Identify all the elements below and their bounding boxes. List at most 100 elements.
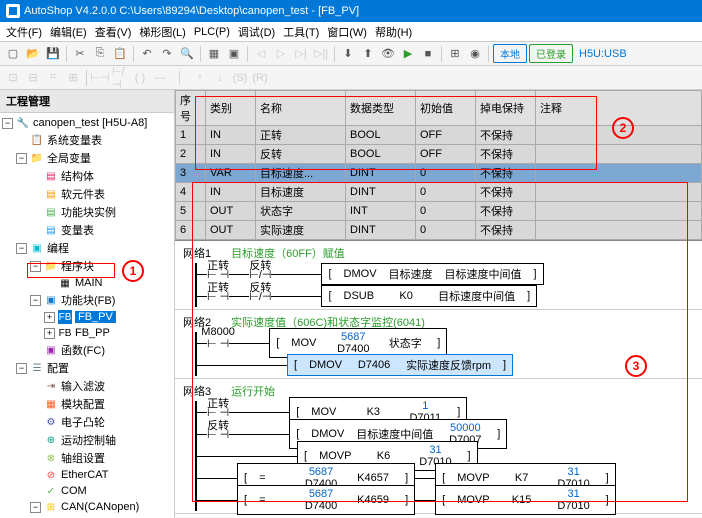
find-icon[interactable]: 🔍 (178, 45, 196, 63)
ladder-editor[interactable]: 网络1目标速度（60FF）赋值 正转⊢ ⊣反转⊢/⊣[DMOV目标速度目标速度中… (175, 241, 702, 518)
tb2-2[interactable]: ⊟ (24, 69, 42, 87)
tree-motion[interactable]: ⊕运动控制轴 (0, 431, 174, 449)
contact[interactable]: 反转⊢ ⊣ (207, 428, 229, 441)
tb2-1[interactable]: ⊡ (4, 69, 22, 87)
tree-can[interactable]: −⊞CAN(CANopen) (0, 499, 174, 515)
set-icon[interactable]: (S) (231, 69, 249, 87)
compare-instr[interactable]: [=5687D7400K4659] (237, 485, 415, 515)
table-row[interactable]: 4IN目标速度DINT0不保持 (176, 183, 702, 202)
menu-tools[interactable]: 工具(T) (283, 24, 319, 40)
reset-icon[interactable]: (R) (251, 69, 269, 87)
col-retain[interactable]: 掉电保持 (476, 91, 536, 126)
open-icon[interactable]: 📂 (24, 45, 42, 63)
tree-vartab[interactable]: ▤变量表 (0, 221, 174, 239)
table-row-selected[interactable]: 3VAR目标速度...DINT0不保持 (176, 164, 702, 183)
contact[interactable]: 正转⊢ ⊣ (207, 290, 229, 303)
tree-prog[interactable]: −▣编程 (0, 239, 174, 257)
menu-window[interactable]: 窗口(W) (327, 24, 367, 40)
instr-dmov[interactable]: [DMOV目标速度目标速度中间值] (321, 263, 543, 285)
contact-nc-icon[interactable]: ⊢/⊣ (111, 69, 129, 87)
paste-icon[interactable]: 📋 (111, 45, 129, 63)
copy-icon[interactable]: ⎘ (91, 45, 109, 63)
tree-main[interactable]: ▦MAIN (0, 275, 174, 291)
instr[interactable]: [MOVPK1531D7010] (435, 485, 616, 515)
compile-icon[interactable]: ▦ (205, 45, 223, 63)
table-row[interactable]: 1IN正转BOOLOFF不保持 (176, 126, 702, 145)
logged-pill[interactable]: 已登录 (529, 44, 573, 63)
content-area: 序号 类别 名称 数据类型 初始值 掉电保持 注释 1IN正转BOOLOFF不保… (175, 90, 702, 518)
rising-icon[interactable]: ↑ (191, 69, 209, 87)
table-row[interactable]: 2IN反转BOOLOFF不保持 (176, 145, 702, 164)
undo-icon[interactable]: ↶ (138, 45, 156, 63)
tree-fbinst[interactable]: ▤功能块实例 (0, 203, 174, 221)
contact-no-icon[interactable]: ⊢⊣ (91, 69, 109, 87)
contact[interactable]: M8000⊢ ⊣ (207, 337, 229, 350)
redo-icon[interactable]: ↷ (158, 45, 176, 63)
tb2-3[interactable]: ⌗ (44, 69, 62, 87)
menu-view[interactable]: 查看(V) (95, 24, 132, 40)
table-row[interactable]: 5OUT状态字INT0不保持 (176, 202, 702, 221)
tree-struct[interactable]: ▤结构体 (0, 167, 174, 185)
menu-file[interactable]: 文件(F) (6, 24, 42, 40)
table-row[interactable]: 6OUT实际速度DINT0不保持 (176, 221, 702, 240)
tree-fc[interactable]: ▣函数(FC) (0, 341, 174, 359)
new-icon[interactable]: ▢ (4, 45, 22, 63)
instr-dmov-highlighted[interactable]: [DMOVD7406实际速度反馈rpm] (287, 354, 513, 376)
tree-sysvars[interactable]: 📋系统变量表 (0, 131, 174, 149)
toolbar-1: ▢ 📂 💾 ✂ ⎘ 📋 ↶ ↷ 🔍 ▦ ▣ ◁ ▷ ▷| ▷|| ⬇ ⬆ 👁 ▶… (0, 42, 702, 66)
next-icon[interactable]: ▷ (272, 45, 290, 63)
local-pill[interactable]: 本地 (493, 44, 527, 63)
tree-progblk[interactable]: −📁程序块 (0, 257, 174, 275)
coil-icon[interactable]: ( ) (131, 69, 149, 87)
toolbar-2: ⊡ ⊟ ⌗ ⊞ ⊢⊣ ⊢/⊣ ( ) — │ ↑ ↓ (S) (R) (0, 66, 702, 90)
contact-nc[interactable]: 反转⊢/⊣ (249, 290, 271, 303)
menu-plc[interactable]: PLC(P) (194, 26, 230, 38)
menu-help[interactable]: 帮助(H) (375, 24, 412, 40)
run-icon[interactable]: ▶ (399, 45, 417, 63)
tree-ecam[interactable]: ⚙电子凸轮 (0, 413, 174, 431)
falling-icon[interactable]: ↓ (211, 69, 229, 87)
col-name[interactable]: 名称 (256, 91, 346, 126)
col-type[interactable]: 数据类型 (346, 91, 416, 126)
col-init[interactable]: 初始值 (416, 91, 476, 126)
col-comment[interactable]: 注释 (536, 91, 702, 126)
stop-icon[interactable]: ■ (419, 45, 437, 63)
network-1[interactable]: 网络1目标速度（60FF）赋值 正转⊢ ⊣反转⊢/⊣[DMOV目标速度目标速度中… (175, 241, 702, 310)
network-2[interactable]: 网络2实际速度值（606C)和状态字监控(6041) M8000⊢ ⊣[MOV5… (175, 310, 702, 379)
tree-modcfg[interactable]: ▦模块配置 (0, 395, 174, 413)
monitor-icon[interactable]: 👁 (379, 45, 397, 63)
tree-cfg[interactable]: −☰配置 (0, 359, 174, 377)
hline-icon[interactable]: — (151, 69, 169, 87)
menu-debug[interactable]: 调试(D) (238, 24, 275, 40)
variable-table[interactable]: 序号 类别 名称 数据类型 初始值 掉电保持 注释 1IN正转BOOLOFF不保… (175, 90, 702, 241)
menu-edit[interactable]: 编辑(E) (50, 24, 87, 40)
tree-root[interactable]: −🔧canopen_test [H5U-A8] (0, 115, 174, 131)
build-icon[interactable]: ▣ (225, 45, 243, 63)
col-num[interactable]: 序号 (176, 91, 206, 126)
tree-soft[interactable]: ▤软元件表 (0, 185, 174, 203)
tree-com[interactable]: ✓COM (0, 483, 174, 499)
tree-axiscfg[interactable]: ⊗轴组设置 (0, 449, 174, 467)
tree-inflt[interactable]: ⇥输入滤波 (0, 377, 174, 395)
download-icon[interactable]: ⬇ (339, 45, 357, 63)
tb2-4[interactable]: ⊞ (64, 69, 82, 87)
col-class[interactable]: 类别 (206, 91, 256, 126)
end-icon[interactable]: ▷|| (312, 45, 330, 63)
watch-icon[interactable]: ◉ (466, 45, 484, 63)
tree-fbpp[interactable]: +FBFB_PP (0, 325, 174, 341)
instr-dsub[interactable]: [DSUBK0目标速度中间值] (321, 285, 537, 307)
save-icon[interactable]: 💾 (44, 45, 62, 63)
tree-fb[interactable]: −▣功能块(FB) (0, 291, 174, 309)
vline-icon[interactable]: │ (171, 69, 189, 87)
tree-ethercat[interactable]: ⊘EtherCAT (0, 467, 174, 483)
network-3[interactable]: 网络3运行开始 正转⊢ ⊣[MOVK31D7011] 反转⊢ ⊣[DMOV目标速… (175, 379, 702, 514)
prev-icon[interactable]: ◁ (252, 45, 270, 63)
tree-global[interactable]: −📁全局变量 (0, 149, 174, 167)
grid-icon[interactable]: ⊞ (446, 45, 464, 63)
cut-icon[interactable]: ✂ (71, 45, 89, 63)
tree-fbpv[interactable]: +FBFB_PV (0, 309, 174, 325)
project-tree[interactable]: −🔧canopen_test [H5U-A8] 📋系统变量表 −📁全局变量 ▤结… (0, 113, 174, 518)
upload-icon[interactable]: ⬆ (359, 45, 377, 63)
menu-ladder[interactable]: 梯形图(L) (139, 24, 185, 40)
skip-icon[interactable]: ▷| (292, 45, 310, 63)
